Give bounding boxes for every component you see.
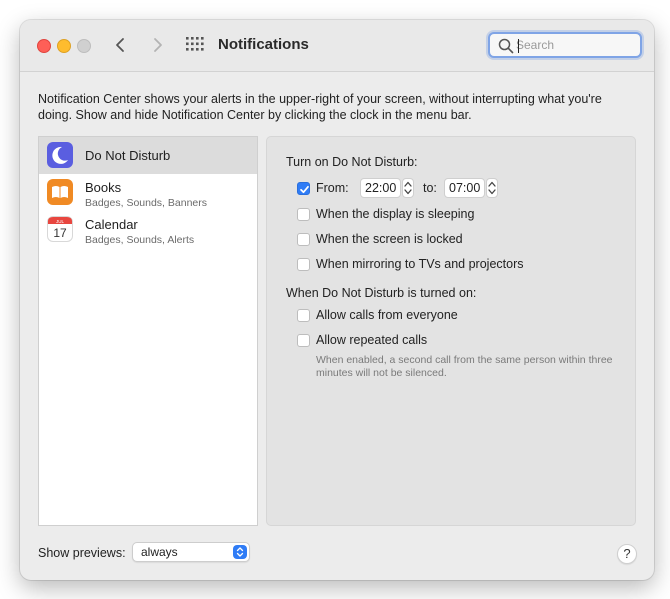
to-label: to: bbox=[423, 181, 437, 195]
mirroring-checkbox[interactable] bbox=[297, 258, 310, 271]
display-sleeping-checkbox[interactable] bbox=[297, 208, 310, 221]
section-heading-when-on: When Do Not Disturb is turned on: bbox=[286, 286, 477, 300]
popup-arrows-icon bbox=[233, 545, 247, 559]
section-heading-turn-on: Turn on Do Not Disturb: bbox=[286, 155, 418, 169]
repeated-calls-note: When enabled, a second call from the sam… bbox=[316, 354, 613, 379]
search-field[interactable] bbox=[488, 32, 642, 58]
chevron-left-icon bbox=[116, 38, 124, 52]
search-input[interactable] bbox=[516, 36, 634, 54]
help-button[interactable]: ? bbox=[617, 544, 637, 564]
show-previews-label: Show previews: bbox=[38, 546, 126, 560]
from-time-stepper[interactable] bbox=[402, 178, 414, 198]
mirroring-label: When mirroring to TVs and projectors bbox=[316, 257, 524, 271]
minimize-window-button[interactable] bbox=[57, 39, 71, 53]
calendar-icon: JUL 17 bbox=[47, 216, 73, 242]
close-window-button[interactable] bbox=[37, 39, 51, 53]
sidebar-item-label: Calendar bbox=[85, 217, 138, 232]
screen-locked-label: When the screen is locked bbox=[316, 232, 463, 246]
calendar-icon-day: 17 bbox=[53, 226, 67, 240]
sidebar-item-books[interactable]: Books Badges, Sounds, Banners bbox=[39, 174, 257, 211]
moon-icon bbox=[47, 142, 73, 168]
from-label: From: bbox=[316, 181, 349, 195]
stepper-arrows-icon bbox=[488, 181, 496, 195]
title-bar: Notifications bbox=[20, 20, 654, 72]
back-button[interactable] bbox=[110, 33, 132, 57]
to-time-stepper[interactable] bbox=[486, 178, 498, 198]
books-icon bbox=[47, 179, 73, 205]
checkmark-icon bbox=[300, 185, 309, 194]
sidebar-item-do-not-disturb[interactable]: Do Not Disturb bbox=[39, 137, 257, 174]
stepper-arrows-icon bbox=[404, 181, 412, 195]
search-icon bbox=[498, 38, 514, 54]
chevron-right-icon bbox=[154, 38, 162, 52]
grid-icon bbox=[186, 37, 204, 51]
repeated-calls-label: Allow repeated calls bbox=[316, 333, 428, 347]
show-previews-value: always bbox=[141, 545, 178, 559]
repeated-calls-checkbox[interactable] bbox=[297, 334, 310, 347]
allow-calls-label: Allow calls from everyone bbox=[316, 308, 458, 322]
app-list[interactable]: Do Not Disturb Books Badges, Sounds, Ban… bbox=[38, 136, 258, 526]
sidebar-item-subtitle: Badges, Sounds, Banners bbox=[85, 197, 208, 209]
text-cursor bbox=[518, 39, 519, 53]
sidebar-item-calendar[interactable]: JUL 17 Calendar Badges, Sounds, Alerts bbox=[39, 211, 257, 248]
sidebar-item-label: Do Not Disturb bbox=[85, 148, 171, 163]
forward-button[interactable] bbox=[146, 33, 168, 57]
window-title: Notifications bbox=[218, 36, 309, 53]
sidebar-item-label: Books bbox=[85, 180, 122, 195]
from-checkbox[interactable] bbox=[297, 182, 310, 195]
from-time-field[interactable]: 22:00 bbox=[360, 178, 402, 198]
show-all-button[interactable] bbox=[186, 37, 204, 51]
preferences-window: Notifications Notification Center shows … bbox=[20, 20, 654, 580]
display-sleeping-label: When the display is sleeping bbox=[316, 207, 475, 221]
calendar-icon-month: JUL bbox=[56, 219, 64, 224]
to-time-field[interactable]: 07:00 bbox=[444, 178, 486, 198]
allow-calls-checkbox[interactable] bbox=[297, 309, 310, 322]
show-previews-popup[interactable]: always bbox=[132, 542, 250, 562]
screen-locked-checkbox[interactable] bbox=[297, 233, 310, 246]
sidebar-item-subtitle: Badges, Sounds, Alerts bbox=[85, 234, 195, 246]
zoom-window-button[interactable] bbox=[77, 39, 91, 53]
description-text: Notification Center shows your alerts in… bbox=[38, 92, 602, 122]
